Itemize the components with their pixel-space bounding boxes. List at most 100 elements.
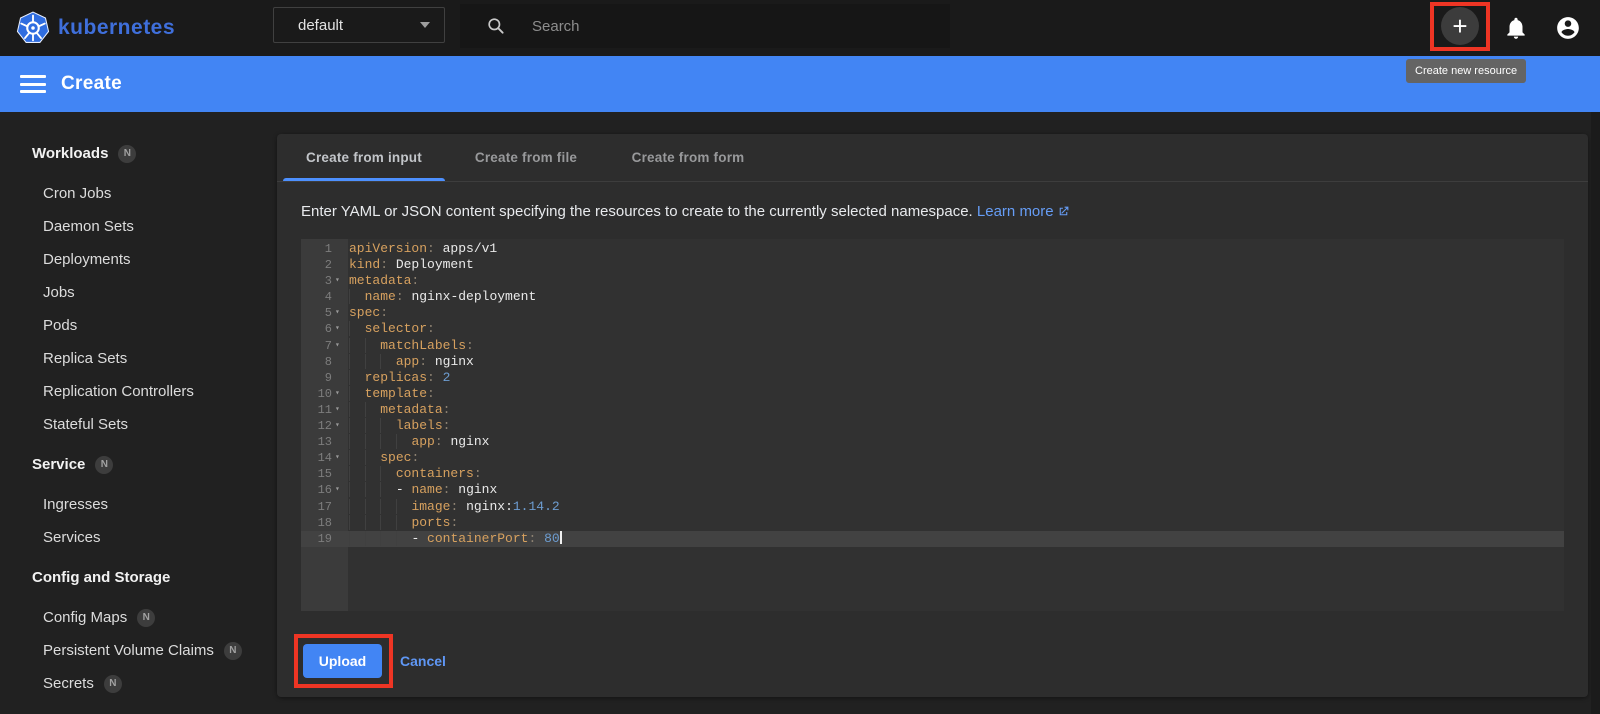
sidebar-item-config-maps[interactable]: Config Maps N (0, 601, 277, 634)
code-line-1: 1 apiVersion: apps/v1 (301, 241, 1564, 257)
code-text: image: nginx:1.14.2 (348, 499, 1564, 515)
sidebar-item-replica-sets[interactable]: Replica Sets (0, 342, 277, 375)
kubernetes-dashboard: kubernetes default + Create Create (0, 0, 1600, 714)
sidebar-item-jobs[interactable]: Jobs (0, 276, 277, 309)
code-line-11: 11 ▾ metadata: (301, 402, 1564, 418)
fold-arrow-icon[interactable]: ▾ (332, 386, 348, 402)
line-number: 17 (317, 499, 332, 514)
sidebar-item-persistent-volume-claims[interactable]: Persistent Volume Claims N (0, 634, 277, 667)
fold-arrow-icon[interactable]: ▾ (332, 338, 348, 354)
line-number: 2 (324, 258, 332, 273)
code-line-3: 3 ▾ metadata: (301, 273, 1564, 289)
sidebar-item-stateful-sets[interactable]: Stateful Sets (0, 408, 277, 441)
annotation-box-plus (1430, 2, 1490, 51)
item-label: Config Maps (43, 609, 128, 626)
editor-lines: 1 apiVersion: apps/v1 2 kind: Deployment 3 ▾ m… (301, 239, 1564, 547)
page-title: Create (61, 73, 122, 94)
tab-create-from-input[interactable]: Create from input (283, 134, 445, 181)
notifications-bell-icon[interactable] (1503, 15, 1529, 41)
code-line-5: 5 ▾ spec: (301, 305, 1564, 321)
item-label: Jobs (43, 284, 75, 301)
fold-arrow-icon[interactable]: ▾ (332, 402, 348, 418)
kubernetes-logo-icon (16, 11, 50, 43)
account-avatar-icon[interactable] (1555, 15, 1581, 41)
search-icon (488, 18, 504, 34)
tab-bar: Create from input Create from file Create … (277, 134, 1588, 182)
sidebar: Workloads N Cron Jobs Daemon Sets Deployment… (0, 112, 277, 714)
sidebar-item-ingresses[interactable]: Ingresses (0, 488, 277, 521)
cancel-button[interactable]: Cancel (400, 644, 446, 678)
yaml-editor[interactable]: 1 apiVersion: apps/v1 2 kind: Deployment 3 ▾ m… (301, 239, 1564, 611)
chevron-down-icon (420, 22, 430, 28)
sidebar-item-pods[interactable]: Pods (0, 309, 277, 342)
learn-more-link[interactable]: Learn more (977, 203, 1054, 220)
item-label: Deployments (43, 251, 131, 268)
fold-arrow-icon[interactable]: ▾ (332, 482, 348, 498)
namespaced-badge: N (223, 641, 242, 660)
fold-arrow-icon[interactable]: ▾ (332, 305, 348, 321)
code-text: kind: Deployment (349, 257, 474, 273)
sidebar-item-services[interactable]: Services (0, 521, 277, 554)
sidebar-item-replication-controllers[interactable]: Replication Controllers (0, 375, 277, 408)
code-line-6: 6 ▾ selector: (301, 321, 1564, 337)
line-number: 1 (324, 242, 332, 256)
page-scrollbar[interactable] (1591, 112, 1600, 714)
item-label: Cron Jobs (43, 185, 112, 202)
upload-button[interactable]: Upload (303, 644, 382, 678)
search-bar[interactable] (460, 4, 950, 48)
item-label: Stateful Sets (43, 416, 129, 433)
code-line-8: 8 app: nginx (301, 354, 1564, 370)
hamburger-menu-icon[interactable] (20, 75, 46, 93)
tab-create-from-form[interactable]: Create from form (607, 134, 769, 181)
code-text: - name: nginx (348, 482, 1564, 498)
line-number: 15 (317, 467, 332, 482)
line-number: 14 (317, 451, 332, 466)
code-text: spec: (349, 305, 389, 321)
namespace-selector[interactable]: default (273, 7, 445, 43)
item-label: Ingresses (43, 496, 109, 513)
code-line-7: 7 ▾ matchLabels: (301, 338, 1564, 354)
sidebar-item-secrets[interactable]: Secrets N (0, 667, 277, 700)
code-line-4: 4 name: nginx-deployment (301, 289, 1564, 305)
namespaced-badge: N (103, 674, 122, 693)
sidebar-item-deployments[interactable]: Deployments (0, 243, 277, 276)
line-number: 10 (317, 386, 332, 401)
line-number: 7 (324, 338, 332, 353)
fold-arrow-icon[interactable]: ▾ (332, 321, 348, 337)
line-number: 19 (317, 531, 332, 546)
sidebar-section-service[interactable]: Service N (0, 448, 277, 481)
code-text: containers: (348, 466, 1564, 482)
section-label: Config and Storage (32, 569, 171, 586)
sidebar-section-workloads[interactable]: Workloads N (0, 137, 277, 170)
code-line-17: 17 image: nginx:1.14.2 (301, 499, 1564, 515)
line-number: 13 (317, 435, 332, 450)
external-link-icon (1057, 205, 1070, 222)
code-text: metadata: (349, 273, 420, 289)
code-text: apiVersion: apps/v1 (349, 241, 498, 256)
code-text: template: (348, 386, 1564, 402)
fold-arrow-icon[interactable]: ▾ (332, 418, 348, 434)
fold-arrow-icon[interactable]: ▾ (332, 450, 348, 466)
section-label: Workloads (32, 145, 109, 162)
line-number: 4 (324, 290, 332, 305)
code-text: name: nginx-deployment (348, 289, 1564, 305)
search-input[interactable] (532, 17, 872, 35)
fold-arrow-icon[interactable]: ▾ (332, 273, 348, 289)
sidebar-section-config-and-storage[interactable]: Config and Storage (0, 561, 277, 594)
tab-create-from-file[interactable]: Create from file (445, 134, 607, 181)
line-number: 6 (324, 322, 332, 337)
namespaced-badge: N (137, 608, 156, 627)
sidebar-item-cron-jobs[interactable]: Cron Jobs (0, 177, 277, 210)
brand-title[interactable]: kubernetes (58, 0, 175, 56)
code-text: replicas: 2 (348, 370, 1564, 386)
code-text: labels: (348, 418, 1564, 434)
sidebar-item-daemon-sets[interactable]: Daemon Sets (0, 210, 277, 243)
item-label: Secrets (43, 675, 94, 692)
